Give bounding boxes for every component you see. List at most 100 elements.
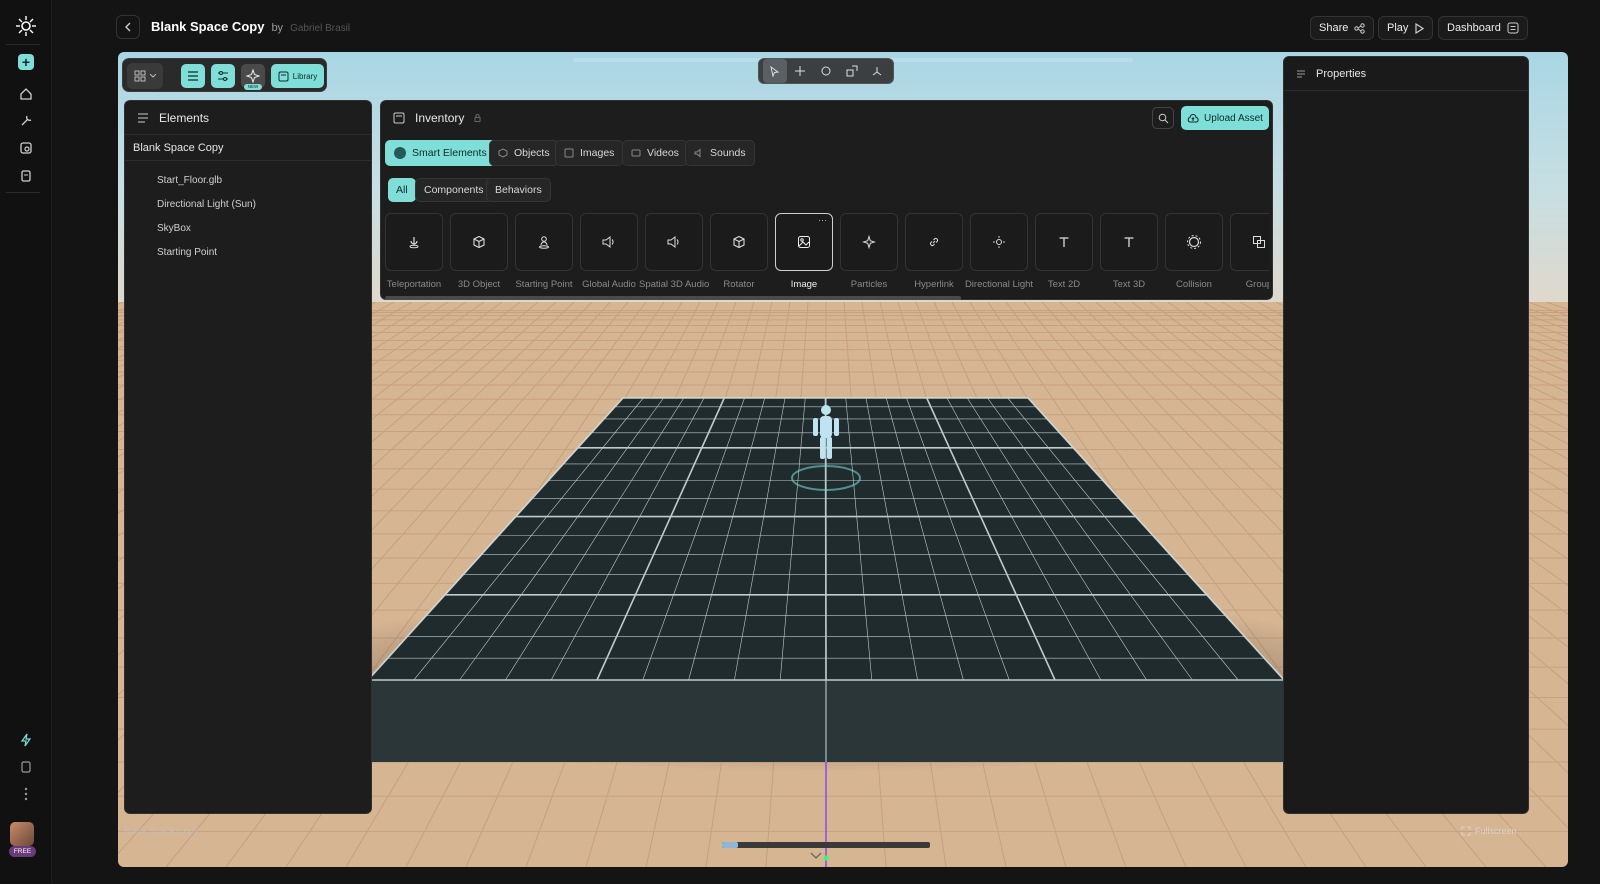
tile-label: Group: [1245, 279, 1269, 290]
app-logo-icon[interactable]: [10, 12, 42, 40]
tile-spatial-audio[interactable]: [645, 213, 703, 271]
more-vertical-icon[interactable]: [10, 780, 42, 808]
home-icon[interactable]: [10, 80, 42, 108]
library-label: Library: [292, 71, 318, 81]
plan-badge: FREE: [9, 846, 36, 857]
tile-label: Teleportation: [386, 279, 442, 290]
tile-rotator[interactable]: [710, 213, 768, 271]
share-button[interactable]: Share: [1310, 16, 1375, 40]
timeline-thumb[interactable]: [722, 842, 738, 848]
avatar[interactable]: [10, 822, 34, 846]
text-icon: [1059, 237, 1069, 247]
library-icon: [278, 71, 289, 81]
scale-tool-button[interactable]: [840, 59, 864, 83]
properties-icon: [1297, 70, 1305, 77]
tree-item[interactable]: Start_Floor.glb: [157, 175, 222, 186]
grid-icon: [134, 70, 146, 82]
tile-image[interactable]: ···: [775, 213, 833, 271]
tile-hyperlink[interactable]: [905, 213, 963, 271]
tile-label: Starting Point: [515, 279, 573, 290]
tile-label: Text 2D: [1047, 279, 1081, 290]
sun-icon: [993, 236, 1005, 248]
text-icon: [1124, 237, 1134, 247]
tile-label: 3D Object: [457, 279, 501, 290]
add-icon[interactable]: +: [10, 48, 42, 76]
tile-starting-point[interactable]: [515, 213, 573, 271]
properties-toggle-button[interactable]: [211, 64, 235, 88]
tile-particles[interactable]: [840, 213, 898, 271]
rotate-icon: [821, 66, 831, 76]
explore-icon[interactable]: [10, 134, 42, 162]
play-label: Play: [1387, 22, 1409, 34]
layout-menu-button[interactable]: [127, 63, 163, 89]
tile-3d-object[interactable]: [450, 213, 508, 271]
tile-label: Collision: [1176, 279, 1212, 290]
scene-root-item[interactable]: Blank Space Copy: [125, 135, 371, 161]
tree-item[interactable]: Starting Point: [157, 247, 217, 258]
library-button[interactable]: Library: [271, 64, 324, 88]
back-button[interactable]: [116, 15, 140, 39]
by-label: by: [271, 22, 284, 34]
tile-group[interactable]: [1230, 213, 1269, 271]
gear-icon: [1187, 235, 1201, 249]
chevron-left-icon: [125, 22, 131, 32]
top-left-toolbar: NEW Library: [122, 58, 327, 92]
image-icon: [798, 236, 810, 248]
timeline-scrubber[interactable]: [722, 842, 930, 848]
tile-label: Global Audio: [582, 279, 636, 290]
tools-icon[interactable]: [10, 107, 42, 135]
library-icon[interactable]: [10, 162, 42, 190]
tiles-scrollbar[interactable]: [385, 296, 961, 300]
fullscreen-button[interactable]: Fullscreen: [1461, 822, 1517, 840]
axis-icon: [872, 67, 882, 76]
scale-icon: [846, 65, 858, 77]
rotate-tool-button[interactable]: [814, 59, 838, 83]
more-options-icon[interactable]: ···: [818, 216, 827, 225]
properties-panel-header: Properties: [1284, 57, 1528, 91]
dashboard-label: Dashboard: [1447, 22, 1501, 34]
play-button[interactable]: Play: [1378, 16, 1434, 40]
elements-toggle-button[interactable]: [181, 64, 205, 88]
chevron-down-icon[interactable]: [810, 852, 822, 859]
tile-global-audio[interactable]: [580, 213, 638, 271]
list-icon: [188, 71, 198, 81]
select-tool-button[interactable]: [763, 59, 787, 83]
elements-panel: Elements Blank Space Copy Start_Floor.gl…: [124, 100, 372, 814]
dashboard-button[interactable]: Dashboard: [1438, 16, 1528, 40]
tile-text-2d[interactable]: [1035, 213, 1093, 271]
project-title: Blank Space Copy: [151, 19, 265, 34]
project-title-group: Blank Space Copy by Gabriel Brasil: [151, 19, 350, 34]
pivot-tool-button[interactable]: [865, 59, 889, 83]
speaker-icon: [602, 236, 614, 248]
tile-directional-light[interactable]: [970, 213, 1028, 271]
bolt-icon[interactable]: [10, 726, 42, 754]
transform-toolbar: [758, 58, 894, 84]
group-icon: [1253, 236, 1265, 248]
tile-teleportation[interactable]: [385, 213, 443, 271]
fullscreen-icon: [1461, 826, 1471, 836]
elements-title: Elements: [159, 110, 210, 125]
inventory-panel: Inventory Upload Asset Smart Elements Ob…: [380, 100, 1273, 300]
elements-panel-header: Elements: [125, 101, 371, 135]
sparkle-icon: [862, 235, 876, 249]
tree-item[interactable]: Directional Light (Sun): [157, 199, 256, 210]
docs-icon[interactable]: [10, 753, 42, 781]
tile-collision[interactable]: [1165, 213, 1223, 271]
teleport-icon: [409, 237, 419, 249]
ai-assist-button[interactable]: NEW: [241, 64, 265, 90]
tree-item[interactable]: SkyBox: [157, 223, 191, 234]
person-pin-icon: [539, 236, 549, 249]
tile-text-3d[interactable]: [1100, 213, 1158, 271]
scene-name-footer: Blank Space Copy: [124, 826, 199, 836]
tile-label: Spatial 3D Audio: [639, 279, 709, 290]
tile-label: Hyperlink: [914, 279, 954, 290]
cursor-icon: [770, 65, 780, 77]
author-name[interactable]: Gabriel Brasil: [290, 23, 350, 34]
list-icon: [138, 113, 148, 122]
move-tool-button[interactable]: [789, 59, 813, 83]
link-icon: [929, 237, 939, 247]
cube-icon: [733, 235, 745, 249]
tile-label: Particles: [850, 279, 888, 290]
new-badge: NEW: [244, 84, 262, 90]
tile-label: Text 3D: [1112, 279, 1146, 290]
